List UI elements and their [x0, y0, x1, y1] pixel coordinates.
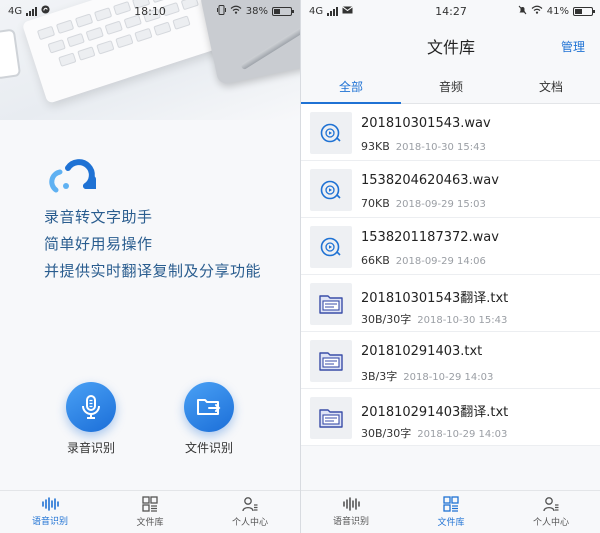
- waveform-icon: [343, 497, 360, 511]
- slogan-line: 录音转文字助手: [44, 208, 153, 226]
- filter-tabs: 全部 音频 文档: [301, 70, 600, 104]
- nav-label: 个人中心: [231, 518, 268, 528]
- text-file-icon: [310, 340, 352, 382]
- file-date: 2018-09-29 15:03: [395, 199, 486, 210]
- text-file-icon: [310, 283, 352, 325]
- record-recognition-button[interactable]: 录音识别: [46, 382, 136, 456]
- audio-file-icon: [310, 169, 352, 211]
- file-recognition-button[interactable]: 文件识别: [164, 382, 254, 456]
- file-recognition-label: 文件识别: [184, 441, 233, 455]
- list-item[interactable]: 201810291403.txt 3B/3字 2018-10-29 14:03: [301, 332, 600, 389]
- signal-icon: [327, 6, 339, 16]
- file-list: 201810301543.wav 93KB 2018-10-30 15:43 15…: [301, 104, 600, 446]
- record-recognition-label: 录音识别: [66, 441, 115, 455]
- battery-percent: 38%: [245, 5, 268, 17]
- nav-file-library[interactable]: 文件库: [100, 491, 200, 533]
- file-date: 2018-10-29 14:03: [403, 372, 494, 383]
- file-size: 93KB: [361, 140, 390, 153]
- app-logo: [49, 159, 96, 193]
- wifi-icon: [531, 5, 543, 17]
- home-screen: 4G 18:10 38% 录音转文字助手 简单好用易操作 并提供实时翻译复制及分…: [0, 0, 300, 533]
- nav-speech-recognition[interactable]: 语音识别: [301, 491, 401, 533]
- slogan-line: 并提供实时翻译复制及分享功能: [44, 262, 262, 280]
- file-name: 201810301543翻译.txt: [361, 291, 509, 306]
- file-date: 2018-10-30 15:43: [417, 315, 508, 326]
- nav-label: 文件库: [437, 518, 465, 528]
- file-name: 201810291403翻译.txt: [361, 405, 509, 420]
- file-size: 70KB: [361, 197, 390, 210]
- page-title: 文件库: [426, 38, 475, 57]
- file-date: 2018-10-29 14:03: [417, 429, 508, 440]
- file-name: 201810291403.txt: [361, 344, 483, 359]
- file-size: 66KB: [361, 254, 390, 267]
- microphone-icon[interactable]: [66, 382, 116, 432]
- battery-percent: 41%: [546, 5, 569, 17]
- bottom-nav: 语音识别 文件库 个人中心: [0, 490, 300, 533]
- wifi-icon: [230, 5, 242, 17]
- audio-file-icon: [310, 112, 352, 154]
- file-name: 1538204620463.wav: [361, 173, 499, 188]
- battery-icon: [272, 6, 294, 16]
- file-library-screen: 4G 14:27 41% 文件库 管理 全部 音频 文档 20181030154…: [300, 0, 600, 533]
- tab-documents[interactable]: 文档: [501, 70, 600, 103]
- network-label: 4G: [8, 5, 23, 17]
- nav-label: 个人中心: [532, 518, 569, 528]
- list-item[interactable]: 201810291403翻译.txt 30B/30字 2018-10-29 14:…: [301, 389, 600, 446]
- user-icon: [543, 497, 559, 512]
- nav-label: 语音识别: [31, 517, 68, 527]
- file-size: 30B/30字: [361, 313, 412, 326]
- file-date: 2018-09-29 14:06: [395, 256, 486, 267]
- signal-icon: [26, 6, 38, 16]
- grid-icon: [443, 496, 459, 512]
- folder-export-icon[interactable]: [184, 382, 234, 432]
- status-bar: 4G 14:27 41%: [301, 0, 600, 22]
- nav-label: 文件库: [136, 518, 164, 528]
- nav-file-library[interactable]: 文件库: [401, 491, 501, 533]
- nav-speech-recognition[interactable]: 语音识别: [0, 491, 100, 533]
- nav-personal-center[interactable]: 个人中心: [501, 491, 600, 533]
- battery-icon: [573, 6, 595, 16]
- bottom-nav: 语音识别 文件库 个人中心: [301, 490, 600, 533]
- phone-corner: [0, 28, 22, 80]
- vibrate-icon: [216, 4, 226, 18]
- user-icon: [242, 497, 258, 512]
- manage-button[interactable]: 管理: [561, 38, 585, 55]
- list-item[interactable]: 201810301543翻译.txt 30B/30字 2018-10-30 15:…: [301, 275, 600, 332]
- list-item[interactable]: 1538201187372.wav 66KB 2018-09-29 14:06: [301, 218, 600, 275]
- slogan-line: 简单好用易操作: [44, 235, 153, 253]
- file-date: 2018-10-30 15:43: [395, 142, 486, 153]
- file-size: 30B/30字: [361, 427, 412, 440]
- list-item[interactable]: 1538204620463.wav 70KB 2018-09-29 15:03: [301, 161, 600, 218]
- mail-icon: [342, 5, 353, 17]
- list-item[interactable]: 201810301543.wav 93KB 2018-10-30 15:43: [301, 104, 600, 161]
- network-label: 4G: [309, 5, 324, 17]
- waveform-icon: [42, 497, 59, 511]
- file-name: 1538201187372.wav: [361, 230, 499, 245]
- audio-file-icon: [310, 226, 352, 268]
- nav-label: 语音识别: [332, 517, 369, 527]
- tab-all[interactable]: 全部: [301, 70, 401, 104]
- grid-icon: [142, 496, 158, 512]
- status-bar: 4G 18:10 38%: [0, 0, 300, 22]
- nav-personal-center[interactable]: 个人中心: [200, 491, 300, 533]
- app-notification-icon: [41, 5, 50, 17]
- list-empty-area: [301, 446, 600, 490]
- mute-icon: [518, 5, 527, 18]
- file-size: 3B/3字: [361, 370, 398, 383]
- tab-audio[interactable]: 音频: [401, 70, 501, 103]
- header: 文件库 管理: [301, 22, 600, 70]
- text-file-icon: [310, 397, 352, 439]
- file-name: 201810301543.wav: [361, 116, 491, 131]
